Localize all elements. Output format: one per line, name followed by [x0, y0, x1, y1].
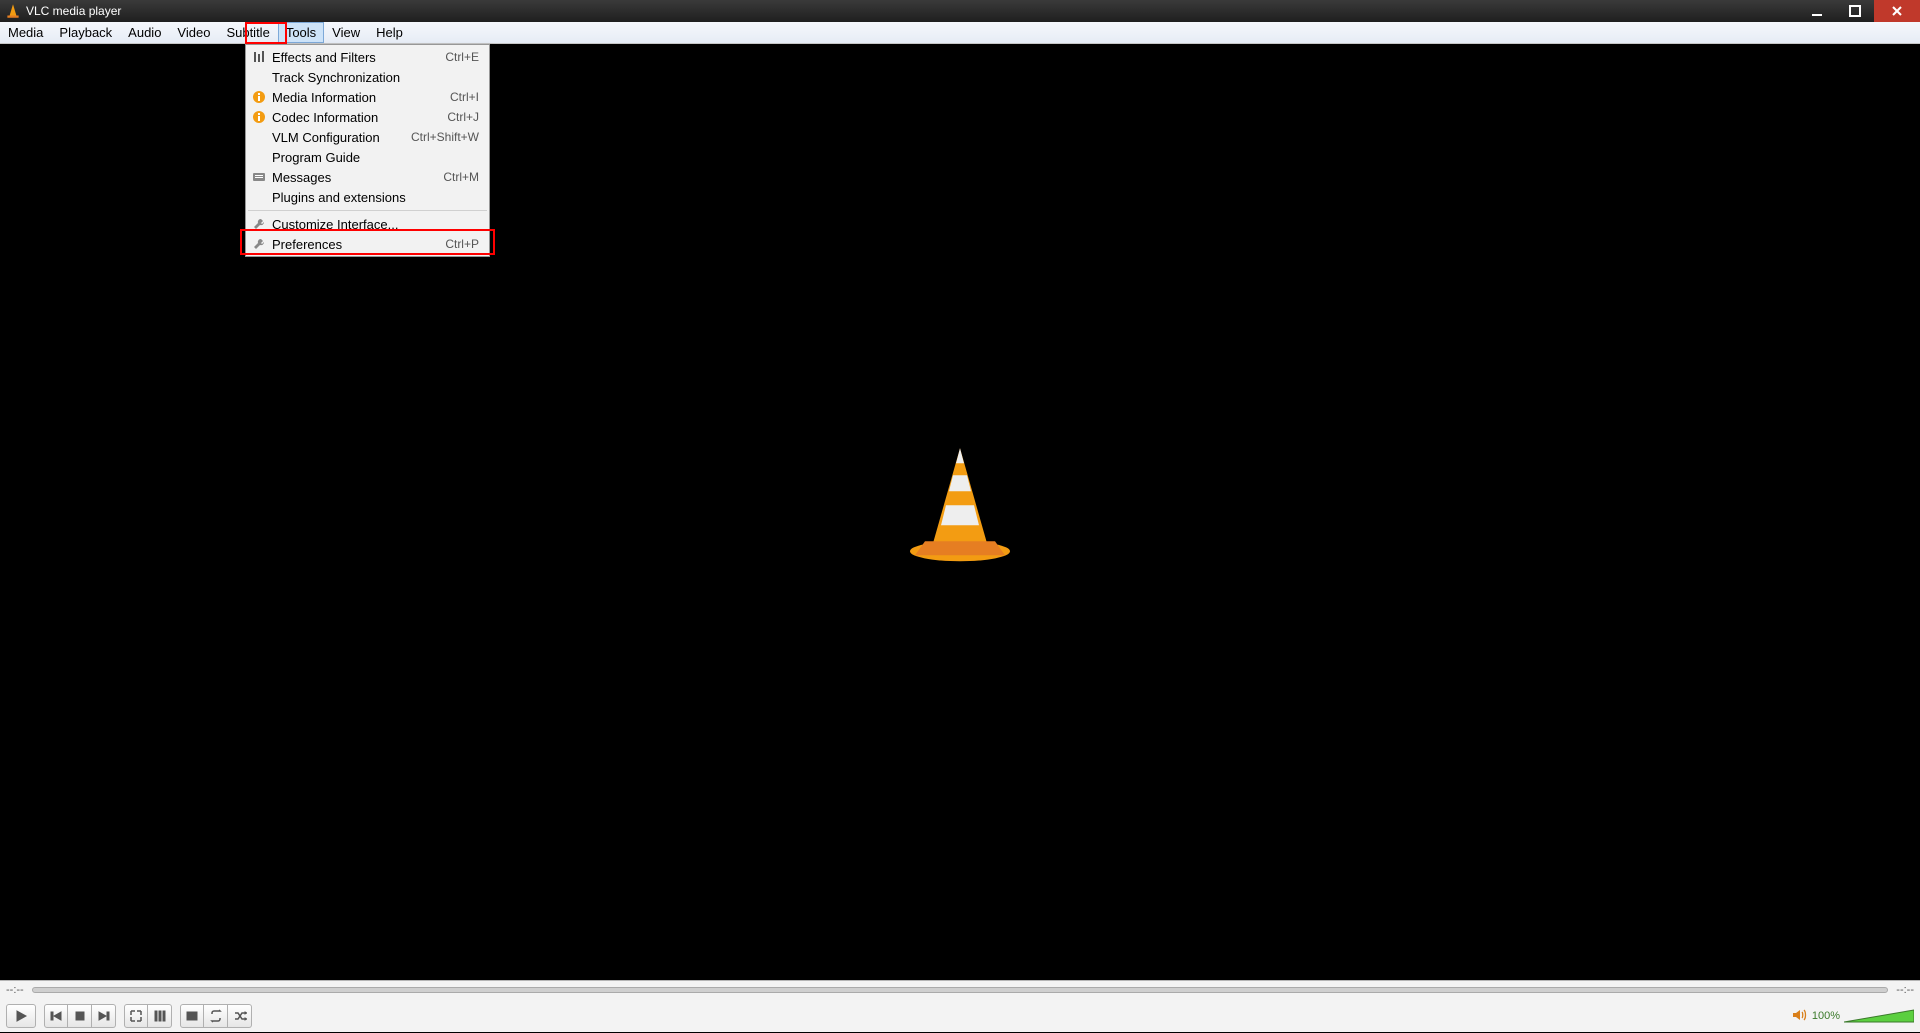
- menubar: Media Playback Audio Video Subtitle Tool…: [0, 22, 1920, 44]
- maximize-button[interactable]: [1836, 0, 1874, 22]
- menuitem-effects-filters[interactable]: Effects and Filters Ctrl+E: [246, 47, 489, 67]
- menuitem-vlm-config[interactable]: VLM Configuration Ctrl+Shift+W: [246, 127, 489, 147]
- seek-slider[interactable]: [32, 987, 1889, 993]
- titlebar: VLC media player: [0, 0, 1920, 22]
- extended-settings-button[interactable]: [148, 1004, 172, 1028]
- bottom-control-bar: --:-- --:-- 100%: [0, 980, 1920, 1032]
- volume-slider[interactable]: [1844, 1008, 1914, 1024]
- info-icon: [246, 110, 272, 124]
- play-button[interactable]: [6, 1004, 36, 1028]
- minimize-button[interactable]: [1798, 0, 1836, 22]
- volume-control: 100%: [1792, 1008, 1914, 1025]
- speaker-icon[interactable]: [1792, 1008, 1808, 1025]
- tools-dropdown: Effects and Filters Ctrl+E Track Synchro…: [245, 44, 490, 257]
- wrench-icon: [246, 217, 272, 231]
- menuitem-codec-info[interactable]: Codec Information Ctrl+J: [246, 107, 489, 127]
- menu-playback[interactable]: Playback: [51, 22, 120, 43]
- menu-separator: [248, 210, 487, 211]
- app-cone-icon: [4, 2, 22, 20]
- vlc-cone-logo: [905, 443, 1015, 568]
- playlist-button[interactable]: [180, 1004, 204, 1028]
- next-button[interactable]: [92, 1004, 116, 1028]
- random-button[interactable]: [228, 1004, 252, 1028]
- wrench-icon: [246, 237, 272, 251]
- volume-percent: 100%: [1812, 1010, 1840, 1022]
- close-button[interactable]: [1874, 0, 1920, 22]
- menu-subtitle[interactable]: Subtitle: [218, 22, 277, 43]
- menuitem-media-info[interactable]: Media Information Ctrl+I: [246, 87, 489, 107]
- equalizer-icon: [246, 50, 272, 64]
- window-title: VLC media player: [26, 4, 121, 18]
- info-icon: [246, 90, 272, 104]
- stop-button[interactable]: [68, 1004, 92, 1028]
- menu-view[interactable]: View: [324, 22, 368, 43]
- menu-help[interactable]: Help: [368, 22, 411, 43]
- skip-group: [44, 1004, 116, 1028]
- menuitem-messages[interactable]: Messages Ctrl+M: [246, 167, 489, 187]
- elapsed-time: --:--: [6, 984, 24, 996]
- menuitem-preferences[interactable]: Preferences Ctrl+P: [246, 234, 489, 254]
- menuitem-program-guide[interactable]: Program Guide: [246, 147, 489, 167]
- menu-video[interactable]: Video: [169, 22, 218, 43]
- menu-audio[interactable]: Audio: [120, 22, 169, 43]
- remaining-time: --:--: [1896, 984, 1914, 996]
- menu-tools[interactable]: Tools: [278, 22, 324, 43]
- loop-button[interactable]: [204, 1004, 228, 1028]
- messages-icon: [246, 170, 272, 184]
- menuitem-track-sync[interactable]: Track Synchronization: [246, 67, 489, 87]
- view-group: [124, 1004, 172, 1028]
- menuitem-plugins[interactable]: Plugins and extensions: [246, 187, 489, 207]
- menu-media[interactable]: Media: [0, 22, 51, 43]
- previous-button[interactable]: [44, 1004, 68, 1028]
- fullscreen-button[interactable]: [124, 1004, 148, 1028]
- menuitem-customize-interface[interactable]: Customize Interface...: [246, 214, 489, 234]
- playlist-group: [180, 1004, 252, 1028]
